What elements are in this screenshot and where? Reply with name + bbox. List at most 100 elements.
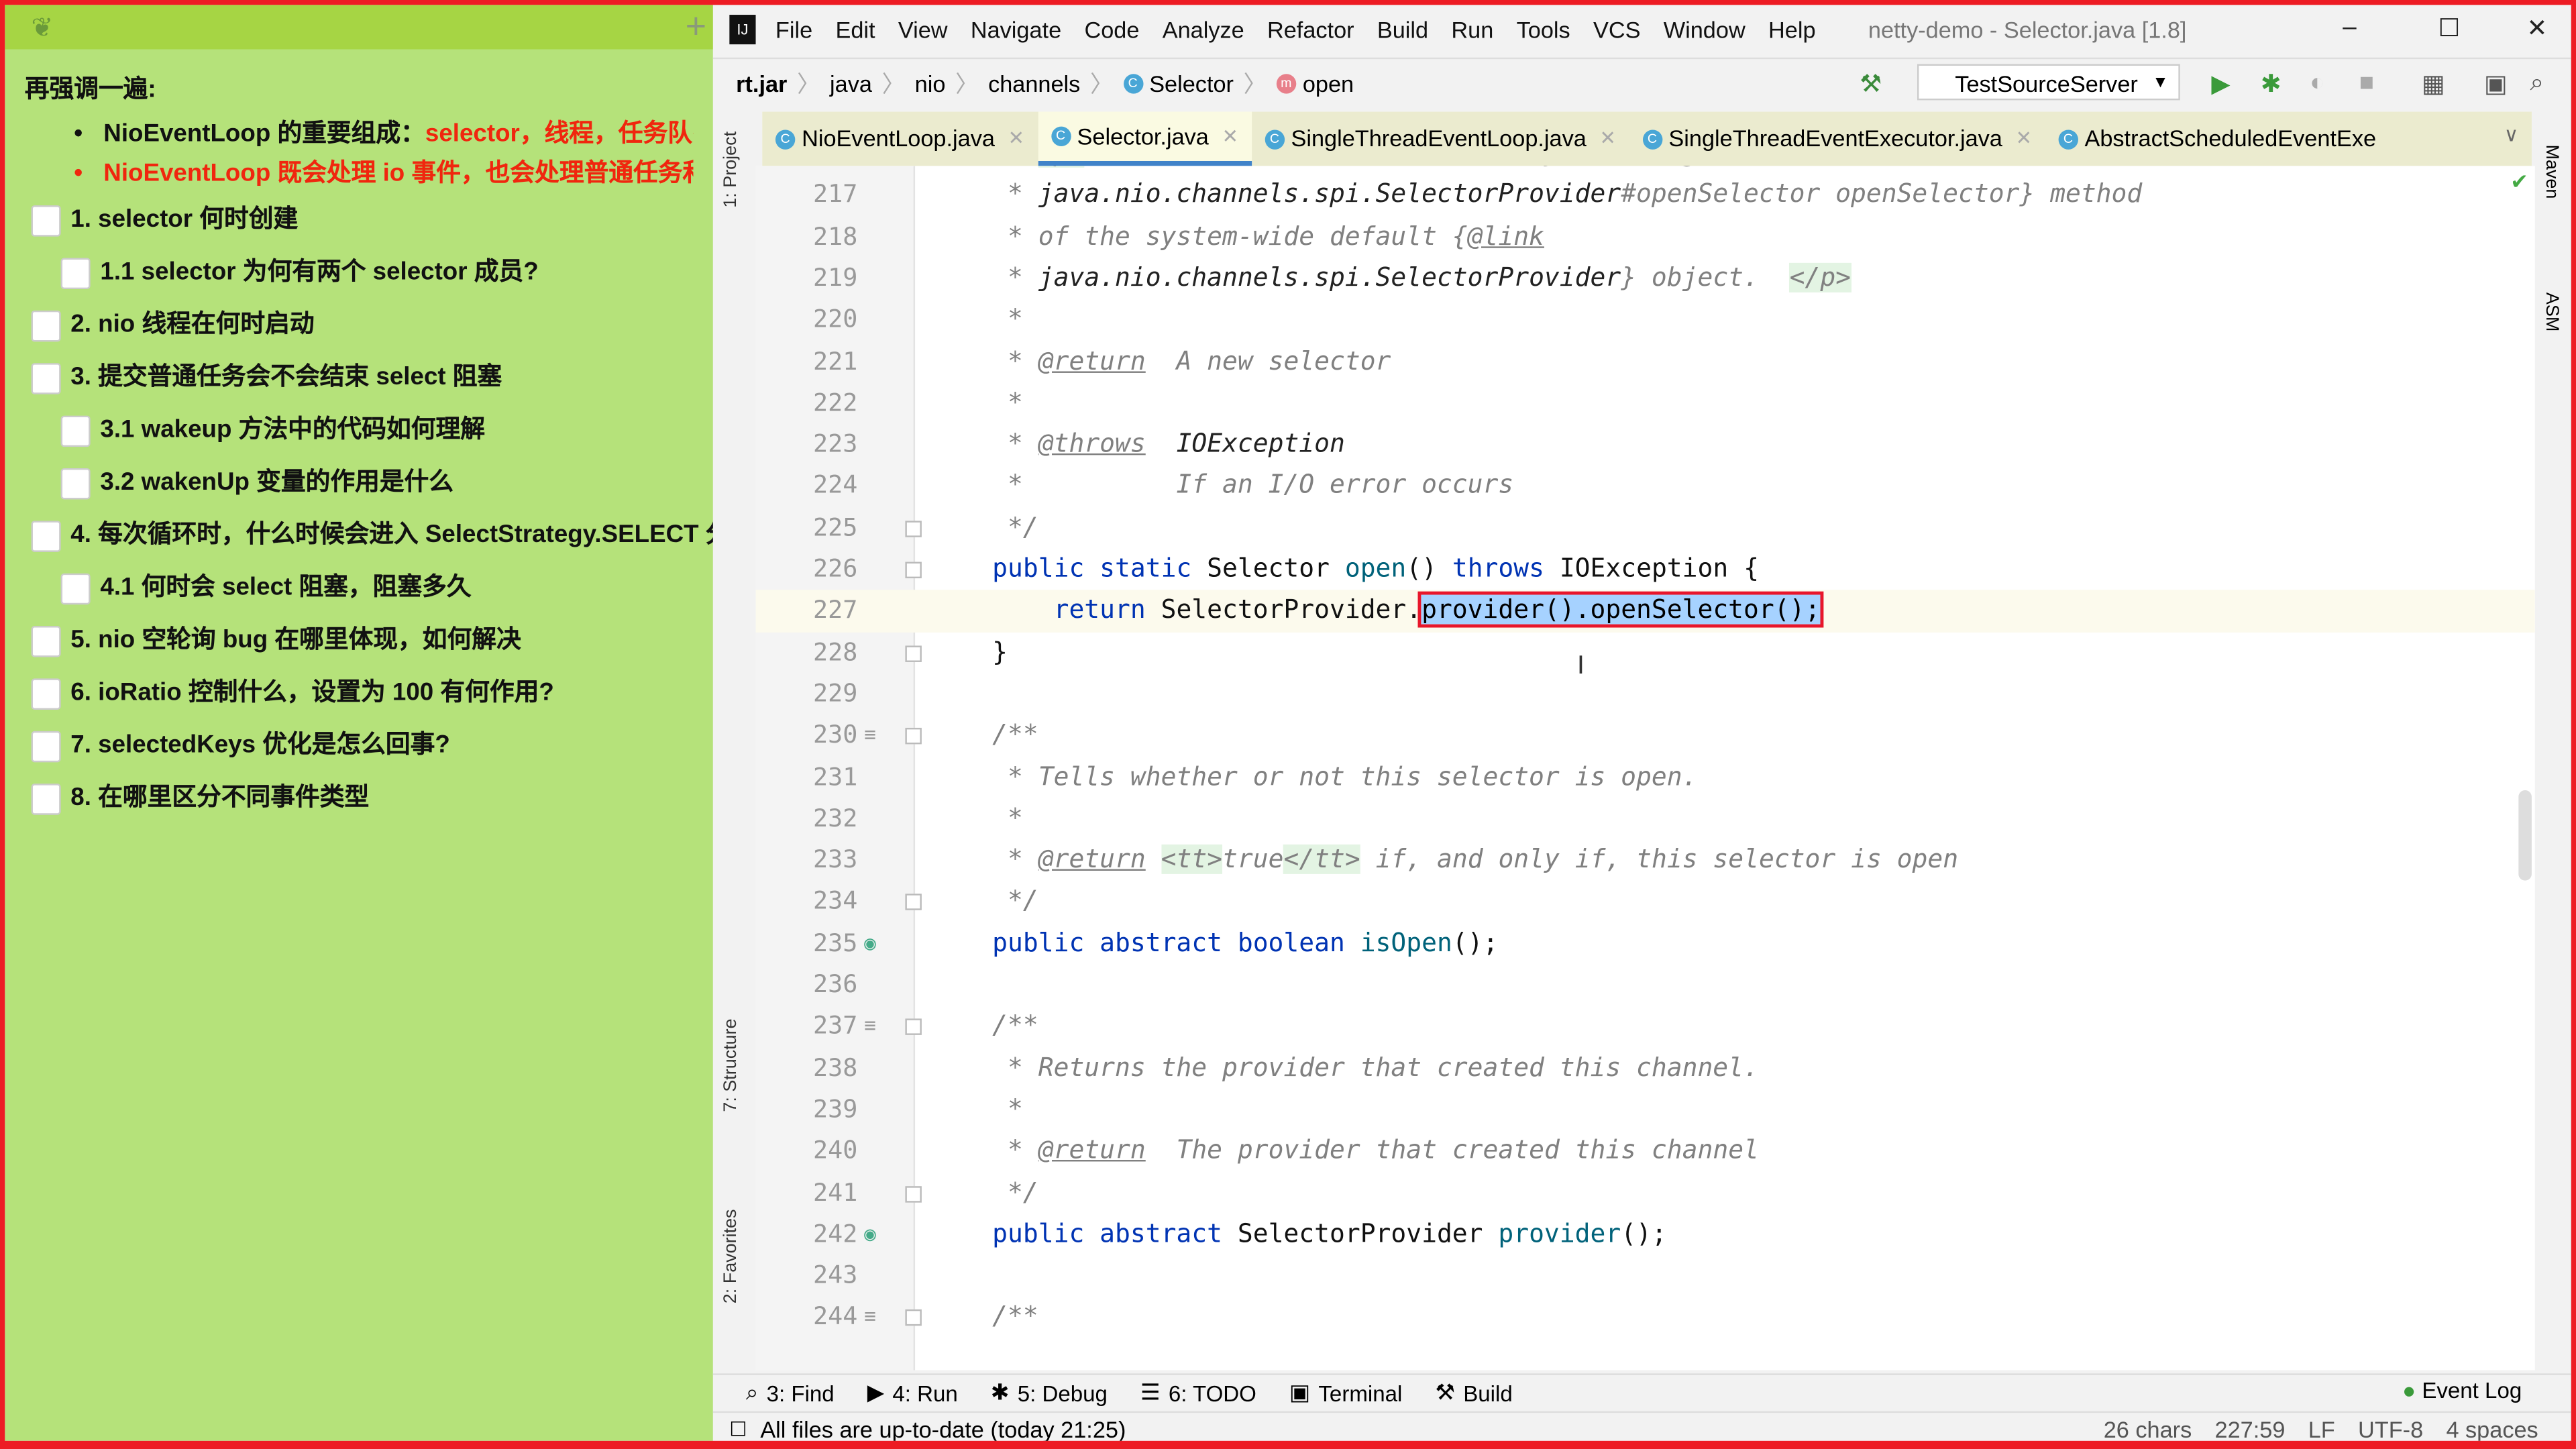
task-checkbox[interactable]: [31, 731, 61, 763]
menu-view[interactable]: View: [898, 16, 948, 42]
coverage-icon[interactable]: ◐: [2310, 69, 2324, 97]
task-checkbox[interactable]: [31, 521, 61, 552]
code-text: public abstract SelectorProvider provide…: [947, 1214, 1667, 1255]
asm-tool-tab[interactable]: ASM: [2542, 292, 2561, 331]
task-checkbox[interactable]: [31, 363, 61, 394]
breadcrumb-separator-icon: 〉: [797, 70, 820, 97]
indent-setting[interactable]: 4 spaces: [2446, 1416, 2538, 1441]
implemented-method-icon[interactable]: ◉: [864, 923, 876, 965]
structure-tool-tab[interactable]: 7: Structure: [721, 1018, 741, 1112]
run-icon[interactable]: ▶: [2211, 69, 2230, 99]
stop-icon[interactable]: ■: [2359, 69, 2374, 97]
tool-window-build[interactable]: ⚒ Build: [1435, 1380, 1512, 1406]
terminal-window-icon[interactable]: ▣: [2484, 69, 2508, 99]
favorites-tool-tab[interactable]: 2: Favorites: [721, 1209, 741, 1303]
tab-singlethreadeventloop-java[interactable]: C SingleThreadEventLoop.java ✕: [1252, 112, 1629, 166]
breadcrumb-item[interactable]: m open: [1276, 70, 1354, 97]
menu-tools[interactable]: Tools: [1517, 16, 1570, 42]
doc-comment-icon[interactable]: ≡: [864, 715, 876, 757]
code-token: </tt>: [1283, 845, 1360, 875]
breadcrumb-item[interactable]: nio: [915, 70, 946, 97]
fold-marker[interactable]: [905, 1019, 922, 1036]
build-hammer-icon[interactable]: ⚒: [1860, 69, 1882, 99]
tabs-overflow-chevron-icon[interactable]: ∨: [2504, 123, 2519, 146]
menu-analyze[interactable]: Analyze: [1163, 16, 1244, 42]
code-text: *: [947, 1089, 1023, 1130]
tab-singlethreadeventexecutor-java[interactable]: C SingleThreadEventExecutor.java ✕: [1629, 112, 2045, 166]
add-note-button[interactable]: +: [686, 5, 706, 48]
breadcrumb: rt.jar 〉 java 〉 nio 〉 channels 〉 C Selector 〉 m open: [736, 67, 1354, 100]
menu-build[interactable]: Build: [1377, 16, 1428, 42]
menu-run[interactable]: Run: [1451, 16, 1493, 42]
minimize-button[interactable]: –: [2343, 13, 2356, 42]
task-checkbox[interactable]: [31, 205, 61, 237]
tool-window-terminal[interactable]: ▣ Terminal: [1289, 1380, 1402, 1406]
tab-close-icon[interactable]: ✕: [2015, 112, 2032, 166]
task-checkbox[interactable]: [60, 258, 91, 290]
menu-edit[interactable]: Edit: [835, 16, 875, 42]
file-encoding[interactable]: UTF-8: [2358, 1416, 2423, 1441]
event-log-button[interactable]: ● Event Log: [2402, 1379, 2522, 1403]
task-checkbox[interactable]: [31, 784, 61, 815]
line-number: 242: [813, 1218, 858, 1248]
menu-vcs[interactable]: VCS: [1593, 16, 1641, 42]
tool-window-5-debug[interactable]: ✱ 5: Debug: [991, 1380, 1108, 1406]
tab-abstractscheduledeventexe[interactable]: C AbstractScheduledEventExe: [2045, 112, 2390, 166]
project-structure-icon[interactable]: ▦: [2422, 69, 2445, 99]
maximize-button[interactable]: ☐: [2438, 13, 2460, 43]
run-config-dropdown[interactable]: TestSourceServer ▼: [1917, 64, 2180, 101]
search-icon[interactable]: ⌕: [2530, 69, 2544, 97]
code-token: provider: [1498, 1218, 1621, 1248]
fold-marker[interactable]: [905, 520, 922, 537]
status-toggle-icon[interactable]: ☐: [729, 1417, 747, 1440]
tab-close-icon[interactable]: ✕: [1599, 112, 1616, 166]
code-editor[interactable]: ✔ I 216 * <p> The new selector is create…: [755, 166, 2535, 1371]
tab-selector-java[interactable]: C Selector.java ✕: [1037, 109, 1252, 166]
fold-marker[interactable]: [905, 1185, 922, 1202]
menu-navigate[interactable]: Navigate: [971, 16, 1061, 42]
menu-refactor[interactable]: Refactor: [1267, 16, 1354, 42]
code-line: 241 */: [756, 1172, 2535, 1214]
fold-marker[interactable]: [905, 728, 922, 745]
breadcrumb-item[interactable]: java: [830, 70, 872, 97]
doc-comment-icon[interactable]: ≡: [864, 1297, 876, 1338]
line-separator[interactable]: LF: [2308, 1416, 2335, 1441]
fold-marker[interactable]: [905, 645, 922, 661]
task-checkbox[interactable]: [31, 678, 61, 710]
debug-icon[interactable]: ✱: [2261, 69, 2282, 99]
code-token: * of the system-wide default {: [946, 221, 1468, 251]
menu-help[interactable]: Help: [1768, 16, 1816, 42]
project-tool-tab[interactable]: 1: Project: [721, 131, 741, 208]
implemented-method-icon[interactable]: ◉: [864, 1214, 876, 1255]
close-button[interactable]: ✕: [2527, 13, 2548, 43]
tab-nioeventloop-java[interactable]: C NioEventLoop.java ✕: [762, 112, 1037, 166]
tab-close-icon[interactable]: ✕: [1008, 112, 1025, 166]
code-token: */: [946, 885, 1038, 916]
task-checkbox[interactable]: [60, 415, 91, 447]
fold-marker[interactable]: [905, 894, 922, 911]
menu-file[interactable]: File: [775, 16, 812, 42]
fold-marker[interactable]: [905, 1309, 922, 1327]
breadcrumb-item[interactable]: channels: [988, 70, 1080, 97]
task-checkbox[interactable]: [60, 573, 91, 605]
task-checkbox[interactable]: [60, 468, 91, 500]
breadcrumb-item[interactable]: rt.jar: [736, 70, 787, 97]
code-token: }: [946, 637, 1008, 667]
fold-marker[interactable]: [905, 561, 922, 579]
tool-window-3-find[interactable]: ⌕ 3: Find: [746, 1380, 835, 1406]
tab-close-icon[interactable]: ✕: [1222, 109, 1238, 164]
doc-comment-icon[interactable]: ≡: [864, 1006, 876, 1048]
caret-position[interactable]: 227:59: [2215, 1416, 2286, 1441]
menu-window[interactable]: Window: [1664, 16, 1746, 42]
task-checkbox[interactable]: [31, 626, 61, 657]
menu-code[interactable]: Code: [1084, 16, 1139, 42]
code-line: 234 */: [756, 881, 2535, 923]
tool-window-4-run[interactable]: ▶ 4: Run: [867, 1380, 958, 1406]
tool-window-6-todo[interactable]: ☰ 6: TODO: [1140, 1380, 1256, 1406]
breadcrumb-item[interactable]: C Selector: [1123, 70, 1234, 97]
tool-window-bar: ⌕ 3: Find ▶ 4: Run ✱ 5: Debug ☰ 6: TODO ▣ Termina…: [712, 1373, 2571, 1411]
task-item: 4.1 何时会 select 阻塞，阻塞多久: [25, 562, 694, 614]
task-checkbox[interactable]: [31, 310, 61, 342]
maven-tool-tab[interactable]: Maven: [2542, 145, 2561, 199]
